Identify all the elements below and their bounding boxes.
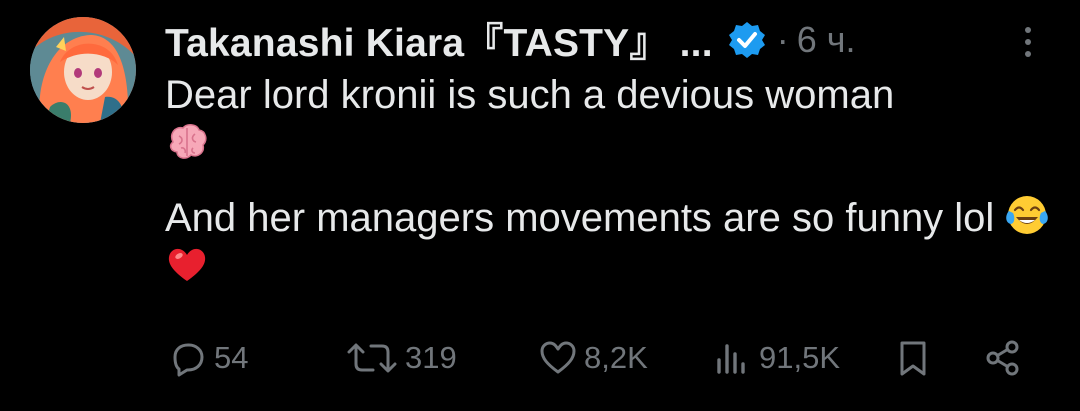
share-icon xyxy=(986,340,1019,376)
tweet-header: Takanashi Kiara『TASTY』 ... · 6 ч. xyxy=(165,12,1045,68)
tweet[interactable]: Takanashi Kiara『TASTY』 ... · 6 ч. Dear l… xyxy=(0,0,1080,411)
views-chart-icon xyxy=(717,344,745,374)
face-with-tears-of-joy-emoji-icon xyxy=(1005,193,1049,237)
timestamp[interactable]: 6 ч. xyxy=(797,19,856,61)
display-name[interactable]: Takanashi Kiara『TASTY』 ... xyxy=(165,12,713,68)
tweet-paragraph-1: Dear lord kronii is such a devious woman xyxy=(165,70,1055,170)
bookmark-icon xyxy=(900,341,926,376)
retweet-button[interactable]: 319 xyxy=(345,330,457,386)
like-button[interactable]: 8,2K xyxy=(538,330,648,386)
brain-emoji-icon xyxy=(165,120,209,164)
tweet-actions: 54 319 8,2K 91,5K xyxy=(165,330,1035,386)
avatar[interactable] xyxy=(30,17,136,123)
tweet-text: Dear lord kronii is such a devious woman… xyxy=(165,70,1055,293)
more-vertical-icon[interactable] xyxy=(1018,24,1038,60)
like-count: 8,2K xyxy=(584,340,648,375)
tweet-paragraph-2: And her managers movements are so funny … xyxy=(165,193,1055,293)
tweet-text-line-1: Dear lord kronii is such a devious woman xyxy=(165,73,895,117)
reply-icon xyxy=(173,343,204,377)
red-heart-emoji-icon xyxy=(165,243,209,287)
reply-count: 54 xyxy=(214,340,249,375)
verified-badge-icon[interactable] xyxy=(727,20,767,60)
heart-icon xyxy=(540,341,576,374)
retweet-count: 319 xyxy=(405,340,457,375)
retweet-icon xyxy=(347,343,397,373)
tweet-text-line-2: And her managers movements are so funny … xyxy=(165,196,995,240)
views-count: 91,5K xyxy=(759,340,841,375)
bookmark-button[interactable] xyxy=(893,330,933,386)
separator-dot: · xyxy=(776,19,789,60)
views-button[interactable]: 91,5K xyxy=(713,330,840,386)
reply-button[interactable]: 54 xyxy=(168,330,248,386)
share-button[interactable] xyxy=(983,330,1023,386)
